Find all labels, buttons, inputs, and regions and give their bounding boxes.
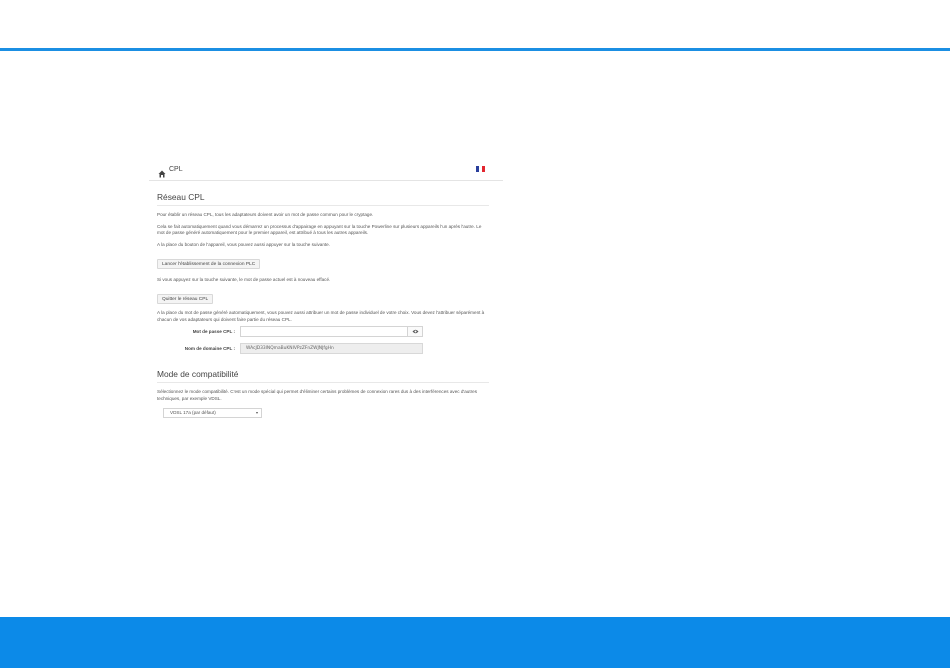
plc-settings-panel: CPL Réseau CPL Pour établir un réseau CP… [149, 158, 503, 419]
home-icon[interactable] [158, 165, 166, 178]
start-pairing-button[interactable]: Lancer l'établissement de la connexion P… [157, 259, 261, 270]
compat-text: Sélectionnez le mode compatibilité. C'es… [157, 389, 478, 401]
plc-intro-text: Pour établir un réseau CPL, tous les ada… [157, 212, 374, 217]
plc-quit-hint: Si vous appuyez sur la touche suivante, … [157, 277, 331, 283]
password-input[interactable] [240, 326, 408, 338]
plc-button-hint: A la place du bouton de l'appareil, vous… [157, 241, 331, 247]
chevron-down-icon [256, 412, 258, 415]
compat-section-title: Mode de compatibilité [157, 369, 489, 384]
domain-name-field: WAcJD33lNQmaBuKNIVPzZFnZWJNJfgHn [240, 343, 423, 355]
compat-mode-select[interactable]: VDSL 17a (par défaut) [163, 408, 262, 419]
domain-row: Nom de domaine CPL : WAcJD33lNQmaBuKNIVP… [149, 342, 503, 355]
top-accent-rule [0, 48, 950, 51]
domain-label: Nom de domaine CPL : [184, 346, 235, 352]
breadcrumb: CPL [149, 158, 503, 181]
password-label: Mot de passe CPL : [192, 329, 235, 335]
breadcrumb-current: CPL [169, 165, 183, 173]
quit-plc-button[interactable]: Quitter le réseau CPL [157, 293, 214, 304]
compat-mode-selected: VDSL 17a (par défaut) [170, 410, 216, 416]
password-row: Mot de passe CPL : [149, 325, 503, 338]
eye-icon[interactable] [408, 326, 423, 338]
plc-custom-password-text: A la place du mot de passe généré automa… [157, 309, 485, 322]
footer-band [0, 617, 950, 668]
plc-auto-text: Cela se fait automatiquement quand vous … [157, 223, 482, 236]
french-flag-icon[interactable] [476, 166, 485, 172]
plc-section-title: Réseau CPL [157, 192, 489, 206]
